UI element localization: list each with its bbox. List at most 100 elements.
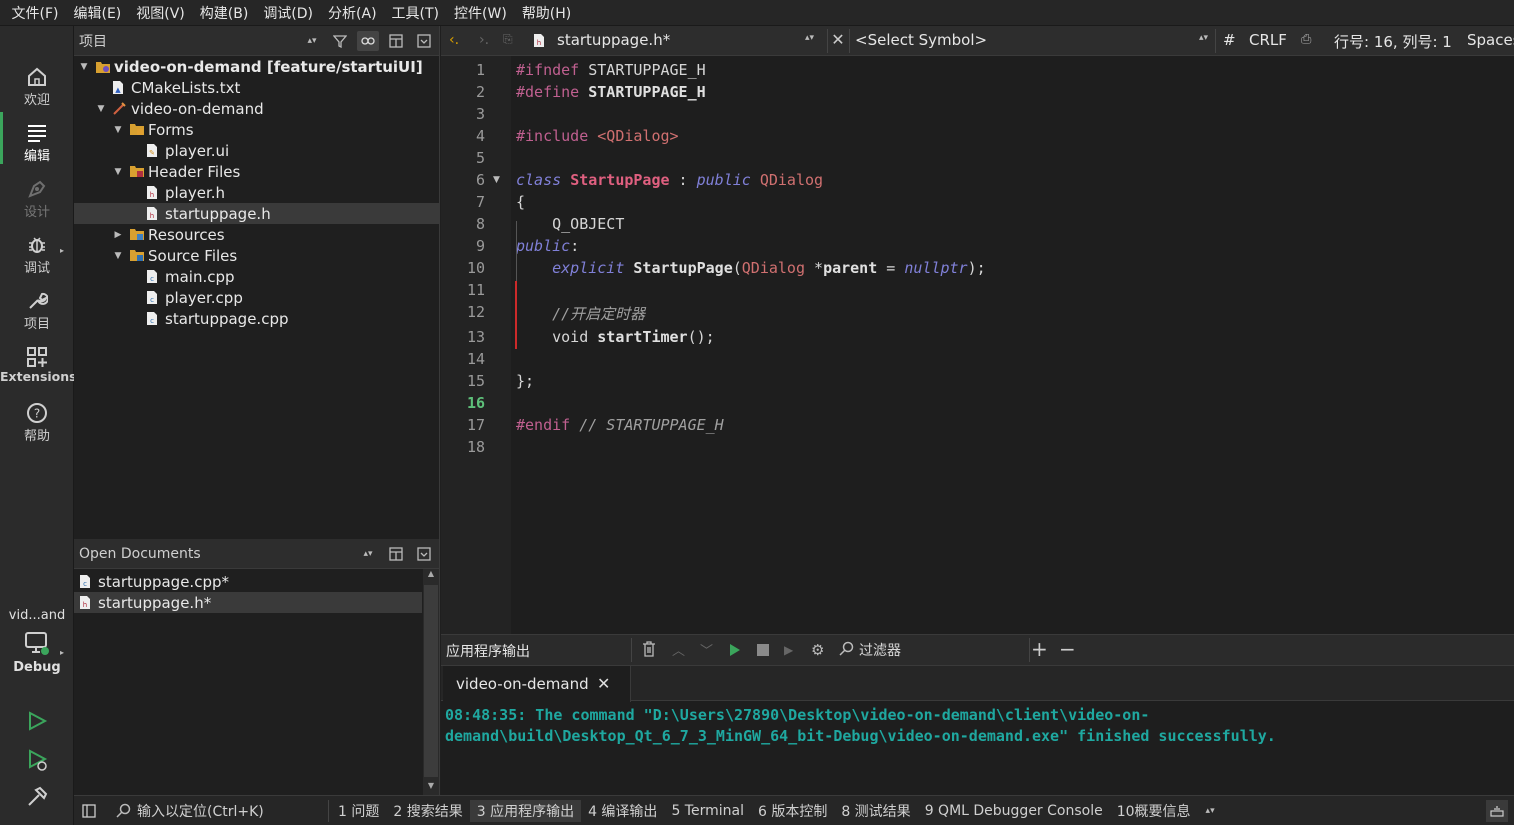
zoom-out-icon[interactable]: −: [1059, 637, 1076, 661]
symbol-select-arrow-icon[interactable]: ▴▾: [1199, 33, 1208, 43]
build-button[interactable]: [26, 786, 48, 812]
code-token: #define: [516, 83, 589, 101]
gear-icon[interactable]: ⚙: [811, 641, 824, 659]
hash-button[interactable]: #: [1223, 31, 1236, 49]
fold-arrow-icon[interactable]: ▼: [493, 175, 500, 185]
mode-design[interactable]: 设计: [0, 178, 74, 234]
indentation-selector[interactable]: Spaces: [1467, 31, 1514, 49]
chevron-right-icon[interactable]: ▶: [112, 230, 124, 240]
tree-item[interactable]: c main.cpp: [74, 266, 440, 287]
more-panes-arrow-icon[interactable]: ▴▾: [1206, 806, 1215, 816]
status-pane-tab[interactable]: 9 QML Debugger Console: [918, 800, 1110, 822]
close-pane-icon[interactable]: [413, 544, 435, 564]
menu-item[interactable]: 编辑(E): [66, 3, 129, 23]
code-token: explicit: [552, 259, 634, 277]
symbol-selector[interactable]: <Select Symbol>: [855, 31, 987, 49]
chevron-down-icon[interactable]: ▼: [95, 104, 107, 114]
cursor-position[interactable]: 行号: 16, 列号: 1: [1334, 31, 1452, 52]
tree-item[interactable]: ▼ Forms: [74, 119, 440, 140]
chevron-down-icon[interactable]: ▼: [112, 125, 124, 135]
status-pane-tab[interactable]: 5 Terminal: [664, 800, 751, 822]
filter-input[interactable]: 过滤器: [859, 640, 901, 660]
nav-back-icon[interactable]: ‹.: [449, 32, 459, 48]
chevron-down-icon[interactable]: ﹀: [700, 640, 713, 659]
hammer-icon: [28, 786, 48, 806]
status-pane-tab[interactable]: 4 编译输出: [581, 800, 664, 822]
open-document-item[interactable]: h startuppage.h*: [74, 592, 422, 613]
tree-item[interactable]: ▼ Header Files: [74, 161, 440, 182]
encoding-icon[interactable]: ⎙: [1301, 32, 1311, 47]
zoom-in-icon[interactable]: +: [1031, 637, 1048, 661]
status-pane-tab[interactable]: 1 问题: [331, 800, 386, 822]
mode-projects[interactable]: 项目: [0, 290, 74, 346]
view-select-arrow-icon[interactable]: ▴▾: [357, 544, 379, 564]
scroll-down-arrow-icon[interactable]: ▼: [423, 781, 439, 795]
tree-item[interactable]: h player.h: [74, 182, 440, 203]
mode-debug[interactable]: 调试: [0, 234, 74, 290]
cpp-file-icon: c: [146, 269, 160, 284]
status-pane-tab[interactable]: 8 测试结果: [834, 800, 917, 822]
debug-run-button[interactable]: [26, 748, 48, 776]
chevron-down-icon[interactable]: ▼: [112, 167, 124, 177]
tree-item[interactable]: ✎ player.ui: [74, 140, 440, 161]
mode-edit[interactable]: 编辑: [0, 122, 74, 178]
scroll-up-arrow-icon[interactable]: ▲: [423, 569, 439, 583]
output-tab[interactable]: video-on-demand ✕: [443, 666, 631, 702]
close-tab-icon[interactable]: ✕: [597, 674, 610, 693]
toggle-sidebar-button[interactable]: [74, 803, 104, 818]
run-button[interactable]: [26, 710, 48, 736]
mode-extensions[interactable]: Extensions: [0, 346, 77, 402]
menu-item[interactable]: 帮助(H): [514, 3, 578, 23]
rerun-icon[interactable]: [729, 643, 741, 661]
split-pane-icon[interactable]: [385, 544, 407, 564]
chevron-up-icon[interactable]: ︿: [672, 640, 685, 659]
status-pane-tab[interactable]: 2 搜索结果: [386, 800, 469, 822]
open-document-item[interactable]: c startuppage.cpp*: [74, 571, 422, 592]
status-pane-tab[interactable]: 3 应用程序输出: [469, 799, 582, 822]
tree-item[interactable]: ▶ Resources: [74, 224, 440, 245]
scrollbar-thumb[interactable]: [424, 585, 438, 777]
code-area[interactable]: #ifndef STARTUPPAGE_H #define STARTUPPAGE…: [441, 56, 1514, 634]
locator-input[interactable]: 输入以定位(Ctrl+K): [104, 801, 328, 821]
mode-welcome[interactable]: 欢迎: [0, 66, 74, 122]
open-documents-scrollbar[interactable]: ▲ ▼: [423, 569, 439, 795]
view-select-arrow-icon[interactable]: ▴▾: [301, 31, 323, 51]
tree-item[interactable]: ▼ Source Files: [74, 245, 440, 266]
chevron-down-icon[interactable]: ▼: [112, 251, 124, 261]
tree-item[interactable]: c startuppage.cpp: [74, 308, 440, 329]
status-pane-tab[interactable]: 6 版本控制: [751, 800, 834, 822]
mode-help[interactable]: ? 帮助: [0, 402, 74, 458]
menu-item[interactable]: 视图(V): [129, 3, 193, 23]
filter-icon[interactable]: [329, 31, 351, 51]
line-ending-selector[interactable]: CRLF: [1249, 31, 1287, 49]
link-editor-icon[interactable]: [357, 31, 379, 51]
debug-run-icon: [29, 749, 48, 771]
split-pane-icon[interactable]: [385, 31, 407, 51]
close-document-icon[interactable]: ✕: [827, 30, 849, 49]
trash-icon[interactable]: [642, 641, 656, 661]
attach-debugger-icon[interactable]: ▶: [784, 643, 793, 657]
close-pane-icon[interactable]: [413, 31, 435, 51]
menu-item[interactable]: 控件(W): [447, 3, 515, 23]
menu-item[interactable]: 文件(F): [4, 3, 66, 23]
current-file-name[interactable]: startuppage.h*: [557, 31, 670, 49]
chevron-down-icon[interactable]: ▼: [78, 62, 90, 72]
tree-item[interactable]: ▲ CMakeLists.txt: [74, 77, 440, 98]
kit-selector[interactable]: Debug: [0, 630, 74, 686]
progress-details-button[interactable]: [1486, 800, 1508, 822]
kit-target-name[interactable]: vid...and: [0, 608, 74, 623]
nav-forward-icon[interactable]: ›.: [479, 32, 489, 48]
tree-item[interactable]: ▼ video-on-demand [feature/startuiUI]: [74, 56, 440, 77]
stop-icon[interactable]: [757, 644, 769, 656]
menu-item[interactable]: 构建(B): [192, 3, 256, 23]
split-lock-icon[interactable]: ⎘: [503, 32, 513, 47]
menu-item[interactable]: 工具(T): [384, 3, 446, 23]
menu-item[interactable]: 分析(A): [321, 3, 385, 23]
tree-item[interactable]: h startuppage.h: [74, 203, 440, 224]
file-select-arrow-icon[interactable]: ▴▾: [805, 33, 814, 43]
tree-item[interactable]: ▼ video-on-demand: [74, 98, 440, 119]
menu-item[interactable]: 调试(D): [256, 3, 321, 23]
status-pane-tab[interactable]: 10概要信息: [1110, 800, 1198, 822]
cpp-file-icon: c: [146, 311, 160, 326]
tree-item[interactable]: c player.cpp: [74, 287, 440, 308]
